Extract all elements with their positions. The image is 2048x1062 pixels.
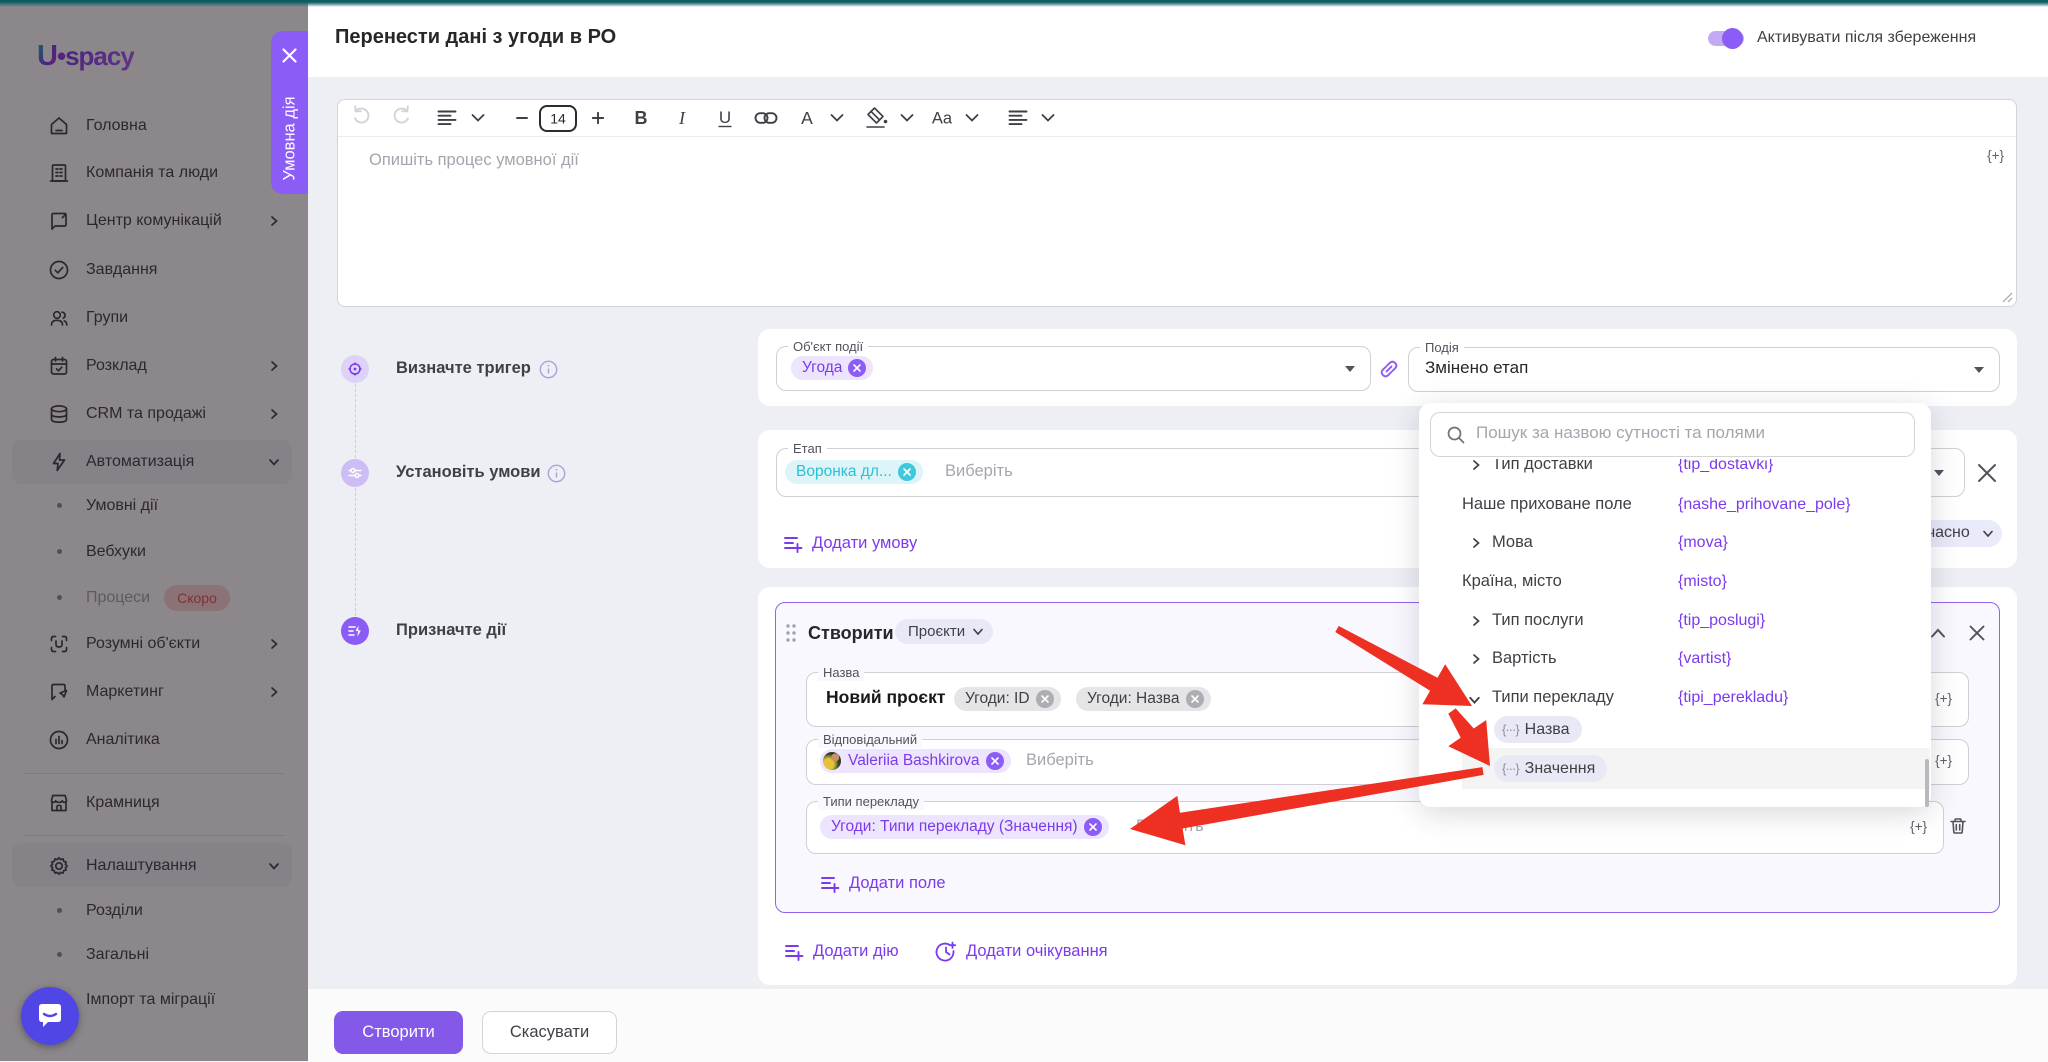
svg-text:I: I	[678, 108, 686, 128]
svg-text:Aa: Aa	[932, 110, 953, 128]
svg-text:A: A	[801, 108, 813, 128]
svg-text:B: B	[635, 108, 648, 128]
svg-text:U: U	[719, 108, 731, 127]
svg-text:14: 14	[550, 111, 566, 127]
